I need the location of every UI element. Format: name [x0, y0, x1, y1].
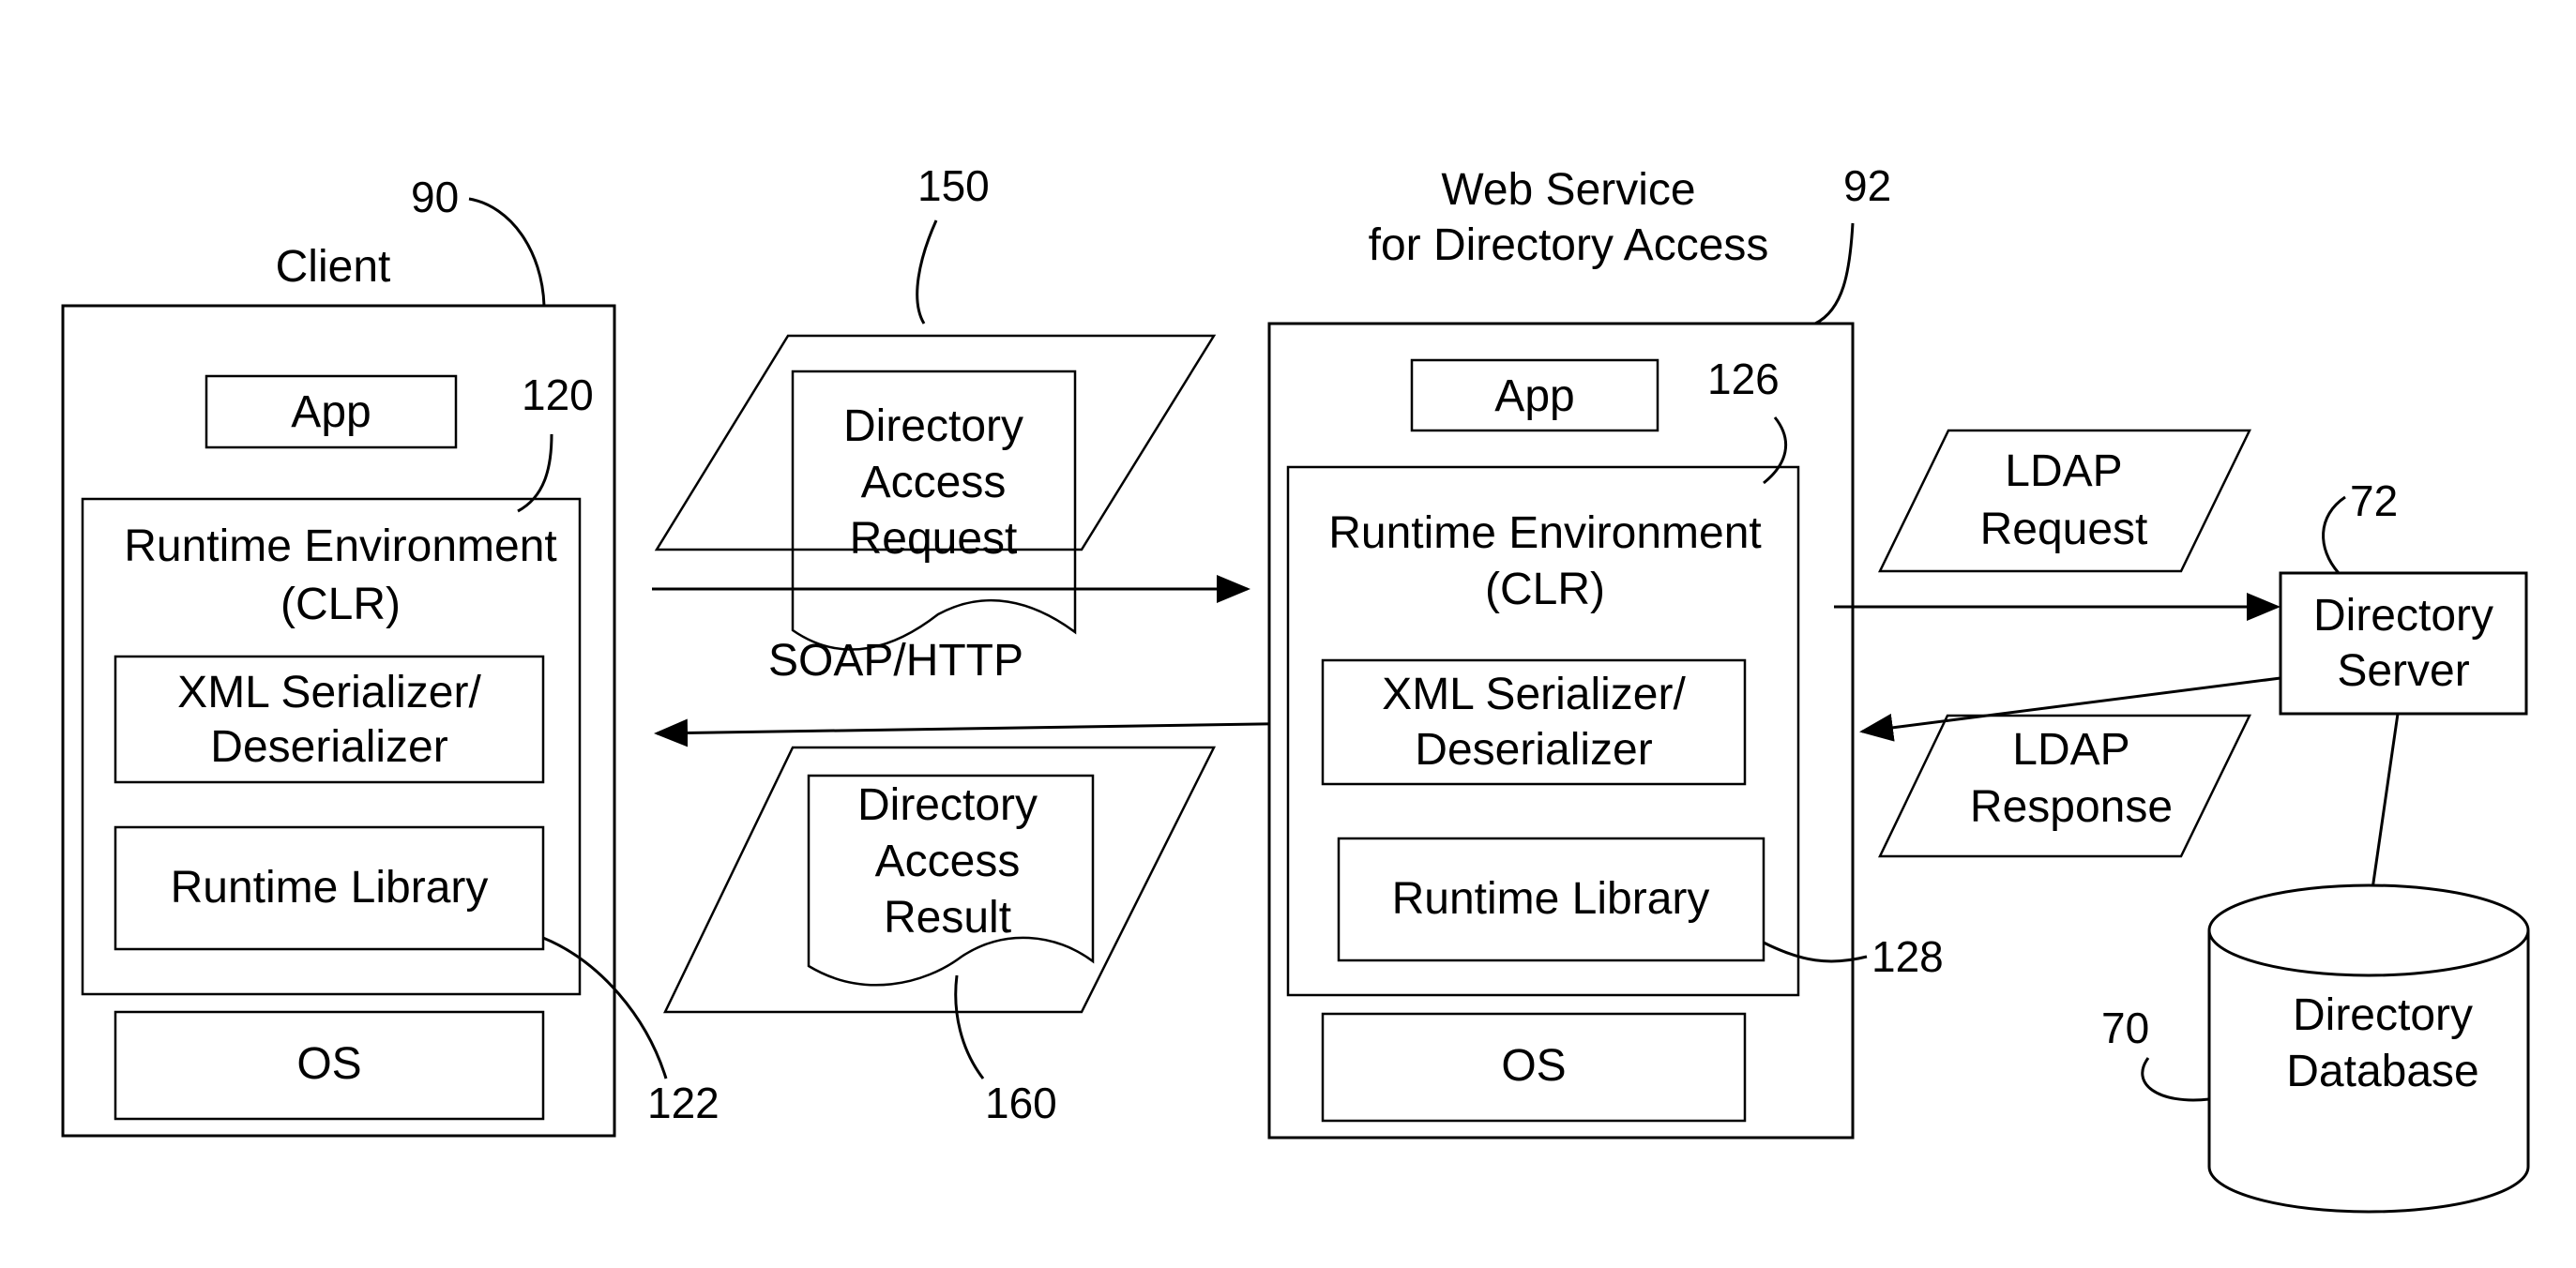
directory-database-ref-leader-line: [2141, 1057, 2210, 1102]
web-service-title-line2: for Directory Access: [1369, 220, 1769, 270]
client-runtime-library-label: Runtime Library: [171, 863, 489, 913]
directory-database-node: Directory Database 70: [2101, 883, 2530, 1214]
directory-server-ref-number: 72: [2350, 476, 2398, 525]
web-service-node: Web Service for Directory Access 92 App …: [1267, 161, 1944, 1140]
client-os-label: OS: [296, 1039, 361, 1089]
web-service-runtime-ref-number: 126: [1707, 355, 1780, 403]
soap-response-arrow: [654, 718, 1324, 747]
directory-server-line2: Server: [2337, 646, 2469, 696]
directory-server-line1: Directory: [2313, 591, 2493, 641]
directory-server-node: 72 Directory Server: [2279, 476, 2528, 716]
ldap-response-line1: LDAP: [2012, 725, 2129, 775]
request-ref-number: 150: [917, 161, 990, 210]
result-label-line1: Directory: [857, 780, 1038, 830]
directory-access-result-message: Directory Access Result 160: [663, 746, 1217, 1127]
web-service-os-label: OS: [1501, 1041, 1566, 1091]
request-label-line2: Access: [861, 458, 1007, 507]
client-runtime-label-line1: Runtime Environment: [124, 521, 557, 571]
result-ref-number: 160: [985, 1079, 1057, 1127]
request-label-line1: Directory: [843, 401, 1023, 451]
server-database-connector: [2370, 713, 2400, 897]
ldap-request-line2: Request: [1980, 505, 2148, 554]
result-label-line3: Result: [884, 893, 1011, 943]
client-ref-leader-line: [468, 197, 546, 307]
directory-database-ref-number: 70: [2101, 1004, 2149, 1052]
ldap-response-arrow: [1859, 676, 2281, 742]
web-service-runtime-label-line2: (CLR): [1485, 565, 1605, 614]
web-service-library-ref-number: 128: [1871, 932, 1944, 981]
directory-access-request-message: 150 Directory Access Request: [654, 161, 1217, 651]
client-runtime-ref-number: 120: [522, 370, 594, 419]
web-service-xml-label-line1: XML Serializer/: [1382, 670, 1686, 719]
directory-access-diagram: Client 90 App 120 Runtime Environment (C…: [61, 161, 2530, 1214]
ldap-response-line2: Response: [1970, 782, 2173, 832]
ldap-response-message: LDAP Response: [1878, 714, 2251, 858]
web-service-app-label: App: [1494, 371, 1574, 421]
directory-database-line2: Database: [2286, 1047, 2478, 1096]
request-ref-leader-line: [916, 219, 938, 325]
client-ref-number: 90: [411, 173, 459, 221]
client-title: Client: [276, 242, 391, 292]
directory-database-line1: Directory: [2293, 990, 2473, 1040]
client-runtime-label-line2: (CLR): [280, 580, 401, 629]
result-ref-leader-line: [954, 974, 985, 1079]
protocol-label: SOAP/HTTP: [768, 636, 1023, 686]
request-label-line3: Request: [850, 514, 1018, 564]
ldap-request-line1: LDAP: [2005, 446, 2122, 496]
client-app-label: App: [291, 387, 371, 437]
web-service-runtime-library-label: Runtime Library: [1392, 874, 1710, 924]
client-library-ref-number: 122: [647, 1079, 720, 1127]
database-cylinder-top: [2207, 883, 2530, 977]
web-service-title-line1: Web Service: [1441, 165, 1695, 215]
client-xml-label-line2: Deserializer: [210, 722, 447, 772]
client-node: Client 90 App 120 Runtime Environment (C…: [61, 173, 720, 1138]
result-label-line2: Access: [875, 837, 1021, 886]
web-service-ref-number: 92: [1843, 161, 1891, 210]
ldap-request-message: LDAP Request: [1878, 429, 2251, 573]
web-service-ref-leader-line: [1814, 222, 1855, 325]
web-service-xml-label-line2: Deserializer: [1415, 725, 1652, 775]
client-xml-label-line1: XML Serializer/: [177, 668, 481, 717]
directory-server-ref-leader-line: [2322, 495, 2346, 574]
web-service-runtime-label-line1: Runtime Environment: [1328, 508, 1762, 558]
